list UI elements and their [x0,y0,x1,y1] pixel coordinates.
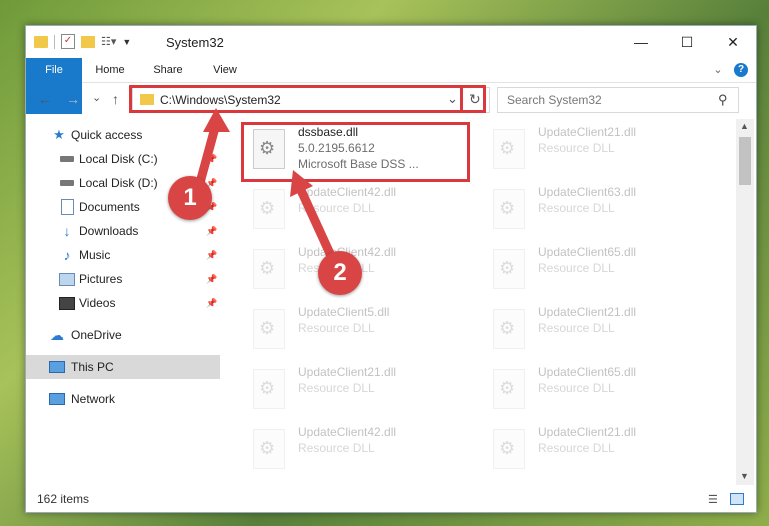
arrow-1-head [203,108,230,132]
step-badge-2: 2 [318,251,362,295]
step-badge-1: 1 [168,176,212,220]
annotation-arrows [193,108,337,263]
arrow-2 [295,183,337,263]
